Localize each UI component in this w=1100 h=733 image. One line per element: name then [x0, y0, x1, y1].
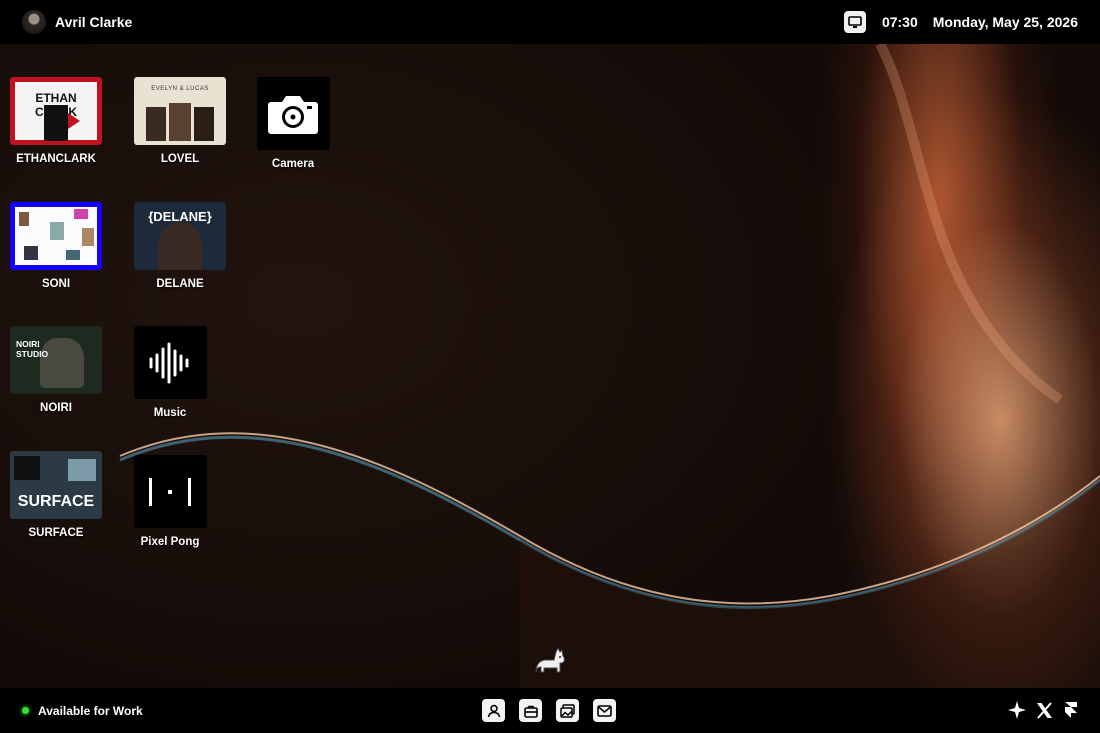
framer-icon[interactable] — [1060, 699, 1082, 721]
clock: 07:30 — [881, 14, 918, 30]
desktop-icon-music[interactable]: Music — [115, 326, 225, 419]
thumb-title: EVELYN & LUCAS — [151, 86, 209, 92]
desktop-icon-pixel-pong[interactable]: Pixel Pong — [115, 455, 225, 548]
mail-icon[interactable] — [593, 699, 616, 722]
status-indicator — [22, 707, 29, 714]
desktop-icon-lovel[interactable]: EVELYN & LUCAS LOVEL — [125, 77, 235, 165]
icon-label: SONI — [41, 278, 71, 290]
pong-icon — [133, 455, 207, 528]
icon-label: DELANE — [156, 278, 204, 290]
desktop-icon-soni[interactable]: SONI — [1, 202, 111, 290]
username: Avril Clarke — [55, 14, 133, 30]
x-logo-icon[interactable] — [1033, 699, 1055, 721]
sparkle-icon[interactable] — [1006, 699, 1028, 721]
surface-thumbnail: SURFACE — [10, 451, 102, 519]
thumb-title: {DELANE} — [148, 209, 212, 224]
desktop-icon-delane[interactable]: {DELANE} DELANE — [125, 202, 235, 290]
social-links — [1001, 699, 1082, 721]
lovel-thumbnail: EVELYN & LUCAS — [134, 77, 226, 145]
thumb-title: SURFACE — [17, 493, 95, 510]
icon-label: NOIRI — [40, 402, 72, 414]
icon-label: Music — [153, 407, 187, 419]
dog-pet-icon[interactable] — [530, 642, 568, 680]
delane-thumbnail: {DELANE} — [134, 202, 226, 270]
icon-label: Camera — [271, 158, 315, 170]
status-text: Available for Work — [38, 703, 143, 718]
dock-apps — [482, 699, 630, 722]
icon-label: SURFACE — [28, 527, 84, 539]
user-icon[interactable] — [482, 699, 505, 722]
briefcase-icon[interactable] — [519, 699, 542, 722]
avatar[interactable] — [22, 10, 46, 34]
noiri-thumbnail: NOIRI STUDIO — [10, 326, 102, 394]
desktop-icon-surface[interactable]: SURFACE SURFACE — [1, 451, 111, 539]
bottom-dock: Available for Work — [0, 688, 1100, 733]
thumb-title: NOIRI STUDIO — [16, 339, 49, 359]
monitor-icon[interactable] — [843, 11, 866, 33]
ethanclark-thumbnail: ETHAN CLARK — [10, 77, 102, 145]
desktop-icon-ethanclark[interactable]: ETHAN CLARK ETHANCLARK — [1, 77, 111, 165]
top-bar: Avril Clarke 07:30 Monday, May 25, 2026 — [0, 0, 1100, 44]
camera-icon — [256, 77, 330, 150]
icon-label: LOVEL — [160, 153, 200, 165]
icon-label: Pixel Pong — [140, 536, 200, 548]
icon-label: ETHANCLARK — [16, 153, 96, 165]
date: Monday, May 25, 2026 — [932, 14, 1078, 30]
desktop-icon-camera[interactable]: Camera — [238, 77, 348, 170]
soni-thumbnail — [10, 202, 102, 270]
sound-wave-icon — [133, 326, 207, 399]
desktop-icon-noiri[interactable]: NOIRI STUDIO NOIRI — [1, 326, 111, 414]
gallery-icon[interactable] — [556, 699, 579, 722]
